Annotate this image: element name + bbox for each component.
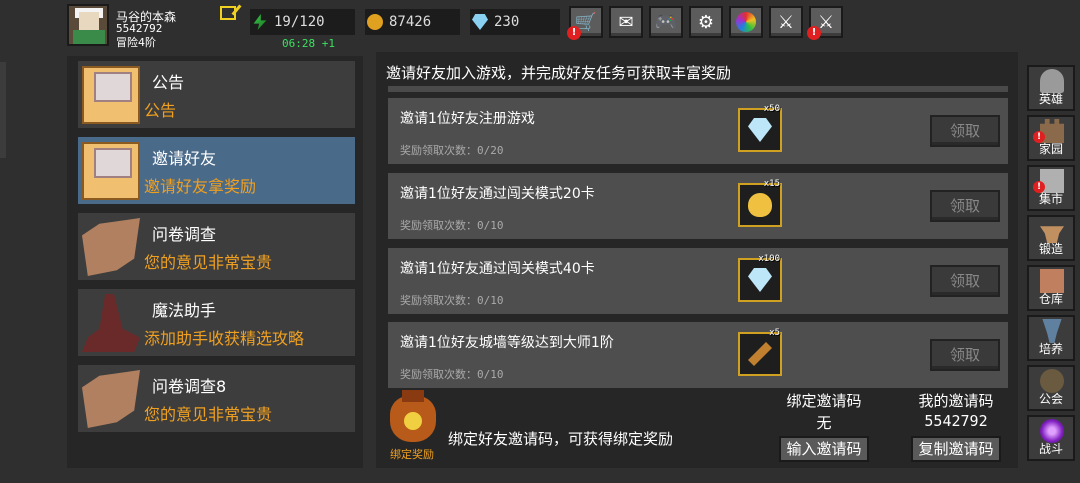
bind-description: 绑定好友邀请码，可获得绑定奖励 — [448, 430, 674, 448]
sidebar-battle-button[interactable]: 战斗 — [1027, 415, 1075, 461]
task-name: 邀请1位好友通过闯关模式40卡 — [400, 261, 595, 277]
scroll-icon — [82, 370, 140, 428]
claim-button[interactable]: 领取 — [930, 190, 1000, 222]
task-reward[interactable]: x50 — [738, 104, 782, 152]
reward-bag-icon[interactable] — [390, 390, 436, 442]
notice-title: 邀请好友 — [152, 149, 217, 168]
copy-invite-code-button[interactable]: 复制邀请码 — [911, 436, 1001, 462]
claim-button[interactable]: 领取 — [930, 339, 1000, 371]
envelope-icon — [82, 142, 140, 200]
task-row: 邀请1位好友通过闯关模式20卡 奖励领取次数：0/10 x15 领取 — [388, 173, 1008, 239]
energy-counter[interactable]: 19/120 — [250, 9, 355, 35]
task-count: 奖励领取次数：0/10 — [400, 219, 504, 232]
sidebar-forge-button[interactable]: 锻造 — [1027, 215, 1075, 261]
shop-alert-badge: ! — [567, 26, 581, 40]
enter-invite-code-button[interactable]: 输入邀请码 — [779, 436, 869, 462]
header-divider — [388, 86, 1008, 92]
reward-quantity: x100 — [758, 254, 780, 264]
claim-button[interactable]: 领取 — [930, 115, 1000, 147]
notice-subtitle: 您的意见非常宝贵 — [144, 405, 273, 424]
edit-name-icon[interactable] — [220, 6, 236, 20]
mail-icon: ✉ — [618, 11, 634, 33]
task-name: 邀请1位好友城墙等级达到大师1阶 — [400, 335, 614, 351]
notice-item-survey[interactable]: 问卷调查 您的意见非常宝贵 — [78, 213, 355, 280]
weapon-button[interactable]: ⚔ — [769, 6, 803, 38]
gear-icon: ⚙ — [697, 11, 715, 33]
task-count: 奖励领取次数：0/10 — [400, 294, 504, 307]
my-code-title: 我的邀请码 — [918, 392, 994, 410]
task-reward[interactable]: x15 — [738, 179, 782, 227]
weapon-icon: ⚔ — [777, 11, 795, 33]
staff-icon — [748, 342, 772, 366]
gem-value: 230 — [494, 14, 520, 30]
notice-subtitle: 公告 — [144, 101, 177, 120]
task-reward[interactable]: x100 — [738, 254, 782, 302]
reward-quantity: x50 — [763, 104, 780, 114]
task-count: 奖励领取次数：0/10 — [400, 368, 504, 381]
energy-value: 19/120 — [274, 14, 325, 30]
invite-header: 邀请好友加入游戏，并完成好友任务可获取丰富奖励 — [386, 64, 732, 82]
battle-button[interactable]: ⚔ ! — [807, 6, 843, 40]
color-wheel-icon — [736, 12, 756, 32]
battle-alert-badge: ! — [807, 26, 821, 40]
notice-subtitle: 添加助手收获精选攻略 — [144, 329, 305, 348]
sidebar-hero-button[interactable]: 英雄 — [1027, 65, 1075, 111]
task-row: 邀请1位好友注册游戏 奖励领取次数：0/20 x50 领取 — [388, 98, 1008, 164]
energy-timer: 06:28 +1 — [282, 37, 335, 50]
notice-title: 公告 — [152, 73, 185, 92]
gamepad-icon: 🎮 — [654, 11, 678, 33]
gold-coin-icon — [367, 14, 383, 30]
sidebar-home-button[interactable]: ! 家园 — [1027, 115, 1075, 161]
bound-code-value: 无 — [816, 414, 832, 432]
sidebar-train-button[interactable]: 培养 — [1027, 315, 1075, 361]
diamond-icon — [748, 268, 772, 292]
energy-icon — [253, 14, 267, 30]
bind-reward-label: 绑定奖励 — [390, 448, 434, 461]
diamond-icon — [748, 118, 772, 142]
my-code-value: 5542792 — [924, 412, 988, 430]
gold-value: 87426 — [389, 14, 432, 30]
mail-button[interactable]: ✉ — [609, 6, 643, 38]
task-row: 邀请1位好友通过闯关模式40卡 奖励领取次数：0/10 x100 领取 — [388, 248, 1008, 314]
notice-title: 问卷调查8 — [152, 377, 227, 396]
sidebar-market-button[interactable]: ! 集市 — [1027, 165, 1075, 211]
sidebar-warehouse-button[interactable]: 仓库 — [1027, 265, 1075, 311]
notice-title: 问卷调查 — [152, 225, 217, 244]
task-name: 邀请1位好友通过闯关模式20卡 — [400, 186, 595, 202]
notice-item-announcement[interactable]: 公告 公告 — [78, 61, 355, 128]
gem-icon — [472, 14, 488, 30]
gem-counter[interactable]: 230 — [470, 9, 560, 35]
notice-subtitle: 邀请好友拿奖励 — [144, 177, 257, 196]
bound-code-title: 绑定邀请码 — [786, 392, 862, 410]
color-wheel-button[interactable] — [729, 6, 763, 38]
shop-button[interactable]: 🛒 ! — [567, 6, 603, 40]
wizard-hat-icon — [82, 294, 140, 352]
task-reward[interactable]: x5 — [738, 328, 782, 376]
settings-button[interactable]: ⚙ — [689, 6, 723, 38]
egg-icon — [748, 193, 772, 217]
envelope-icon — [82, 66, 140, 124]
task-name: 邀请1位好友注册游戏 — [400, 111, 535, 127]
player-avatar[interactable] — [67, 4, 109, 46]
reward-quantity: x15 — [763, 179, 780, 189]
notice-item-invite-friends[interactable]: 邀请好友 邀请好友拿奖励 — [78, 137, 355, 204]
claim-button[interactable]: 领取 — [930, 265, 1000, 297]
left-edge-tab[interactable] — [0, 62, 6, 158]
task-count: 奖励领取次数：0/20 — [400, 144, 504, 157]
gold-counter[interactable]: 87426 — [365, 9, 460, 35]
scroll-icon — [82, 218, 140, 276]
gamepad-button[interactable]: 🎮 — [649, 6, 683, 38]
reward-quantity: x5 — [769, 328, 780, 338]
notice-subtitle: 您的意见非常宝贵 — [144, 253, 273, 272]
notice-item-magic-assistant[interactable]: 魔法助手 添加助手收获精选攻略 — [78, 289, 355, 356]
notice-item-survey-8[interactable]: 问卷调查8 您的意见非常宝贵 — [78, 365, 355, 432]
player-rank: 冒险4阶 — [116, 36, 156, 49]
sidebar-guild-button[interactable]: 公会 — [1027, 365, 1075, 411]
notice-title: 魔法助手 — [152, 301, 217, 320]
task-row: 邀请1位好友城墙等级达到大师1阶 奖励领取次数：0/10 x5 领取 — [388, 322, 1008, 388]
